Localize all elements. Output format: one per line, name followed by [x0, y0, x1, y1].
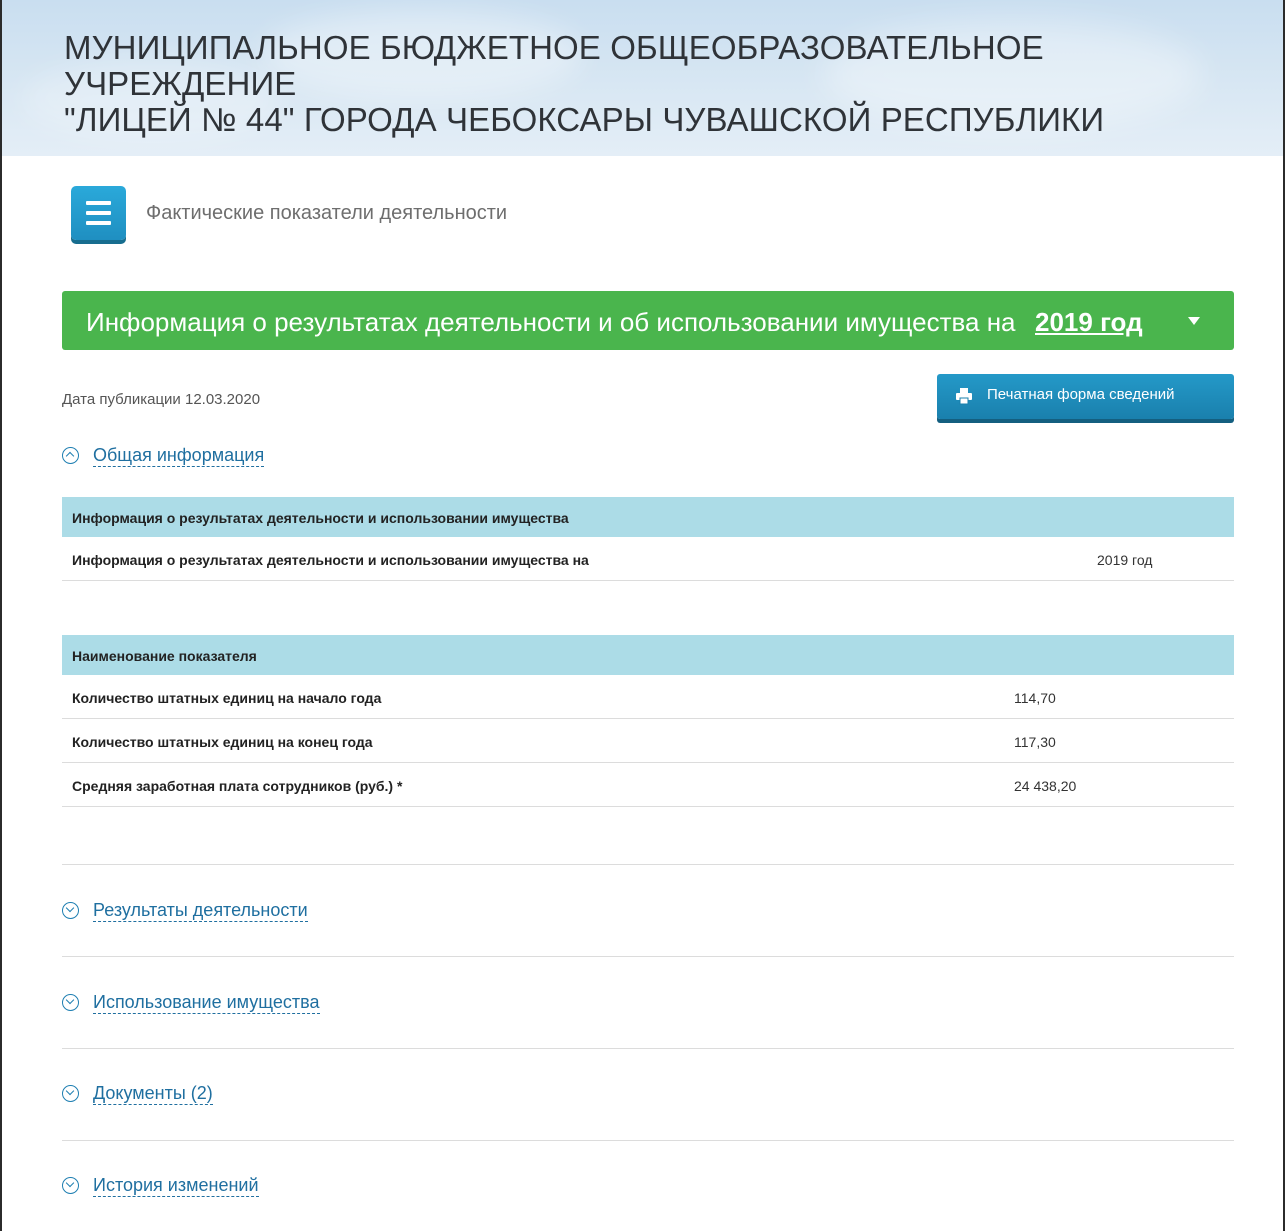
hamburger-menu-icon[interactable]	[71, 186, 126, 240]
table-row: Количество штатных единиц на конец года …	[62, 719, 1234, 763]
general-info-table: Информация о результатах деятельности и …	[62, 497, 1234, 581]
section-results-link[interactable]: Результаты деятельности	[93, 899, 308, 922]
section-documents-link[interactable]: Документы (2)	[93, 1082, 213, 1105]
row-value: 2019 год	[1097, 552, 1153, 568]
chevron-up-circle-icon	[62, 447, 79, 464]
chevron-down-circle-icon	[62, 1085, 79, 1102]
section-divider	[62, 1048, 1234, 1049]
institution-title: МУНИЦИПАЛЬНОЕ БЮДЖЕТНОЕ ОБЩЕОБРАЗОВАТЕЛЬ…	[64, 30, 1264, 138]
print-form-button[interactable]: Печатная форма сведений	[937, 374, 1234, 419]
printer-icon	[956, 388, 972, 405]
menu-bar	[86, 211, 111, 215]
institution-title-line2: "ЛИЦЕЙ № 44" ГОРОДА ЧЕБОКСАРЫ ЧУВАШСКОЙ …	[64, 101, 1105, 138]
page-frame	[0, 0, 1285, 1231]
row-value: 117,30	[1014, 734, 1056, 750]
menu-label[interactable]: Фактические показатели деятельности	[146, 202, 507, 225]
section-general-link[interactable]: Общая информация	[93, 444, 265, 467]
section-history-link[interactable]: История изменений	[93, 1174, 259, 1197]
row-label: Количество штатных единиц на конец года	[72, 734, 373, 750]
menu-bar	[86, 221, 111, 225]
banner-text: Информация о результатах деятельности и …	[86, 307, 1016, 337]
print-form-label: Печатная форма сведений	[987, 386, 1175, 403]
report-banner: Информация о результатах деятельности и …	[62, 291, 1234, 350]
indicators-table: Наименование показателя Количество штатн…	[62, 635, 1234, 807]
table-row: Количество штатных единиц на начало года…	[62, 675, 1234, 719]
year-selector[interactable]: 2019 год	[1035, 307, 1143, 338]
menu-bar	[86, 201, 111, 205]
chevron-down-circle-icon	[62, 994, 79, 1011]
institution-title-line1: МУНИЦИПАЛЬНОЕ БЮДЖЕТНОЕ ОБЩЕОБРАЗОВАТЕЛЬ…	[64, 29, 1044, 102]
row-value: 114,70	[1014, 690, 1056, 706]
row-label: Средняя заработная плата сотрудников (ру…	[72, 778, 403, 794]
table-header: Информация о результатах деятельности и …	[62, 497, 1234, 537]
table-row: Средняя заработная плата сотрудников (ру…	[62, 763, 1234, 807]
section-divider	[62, 1140, 1234, 1141]
site-header: МУНИЦИПАЛЬНОЕ БЮДЖЕТНОЕ ОБЩЕОБРАЗОВАТЕЛЬ…	[2, 0, 1283, 156]
section-divider	[62, 956, 1234, 957]
table-row: Информация о результатах деятельности и …	[62, 537, 1234, 581]
chevron-down-circle-icon	[62, 1177, 79, 1194]
section-divider	[62, 864, 1234, 865]
publication-date: Дата публикации 12.03.2020	[62, 391, 261, 408]
caret-down-icon[interactable]	[1188, 317, 1200, 325]
chevron-down-circle-icon	[62, 902, 79, 919]
row-label: Информация о результатах деятельности и …	[72, 552, 589, 568]
row-value: 24 438,20	[1014, 778, 1077, 794]
table-header: Наименование показателя	[62, 635, 1234, 675]
section-property-link[interactable]: Использование имущества	[93, 991, 320, 1014]
row-label: Количество штатных единиц на начало года	[72, 690, 382, 706]
